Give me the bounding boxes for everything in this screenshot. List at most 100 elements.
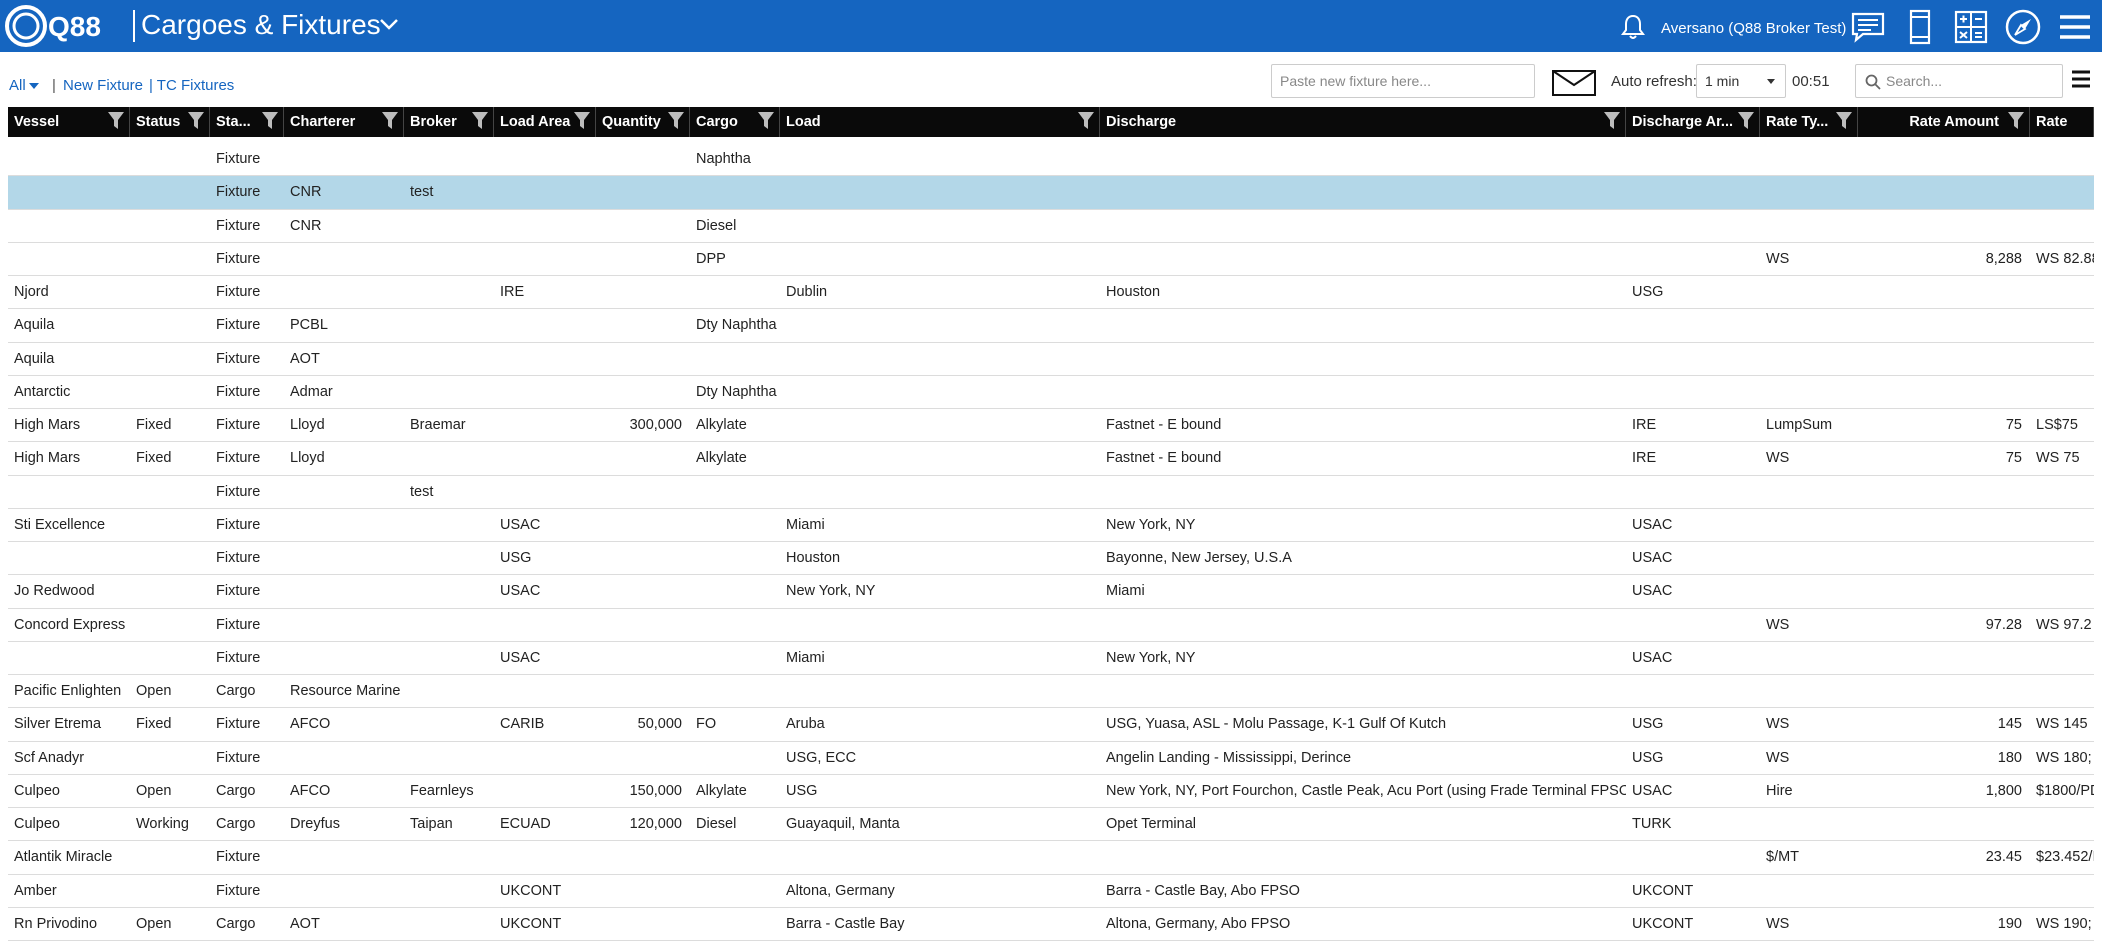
bell-icon[interactable] <box>1620 13 1646 41</box>
table-row[interactable]: Fixture CNR test <box>8 176 2094 210</box>
cell-rate-amount <box>1858 808 2030 841</box>
filter-icon[interactable] <box>758 112 774 130</box>
table-row[interactable]: Atlantik Miracle Fixture $/MT 23.45 $23.452/… <box>8 841 2094 875</box>
cell-rate-amount <box>1858 509 2030 542</box>
cell-stage: Fixture <box>216 550 261 566</box>
table-row[interactable]: High Mars Fixed Fixture Lloyd Alkylate Fastne… <box>8 442 2094 476</box>
filter-icon[interactable] <box>188 112 204 130</box>
cell-quantity: 300,000 <box>629 417 682 433</box>
cell-rate-amount <box>1858 143 2030 176</box>
filter-icon[interactable] <box>262 112 278 130</box>
table-row[interactable]: Aquila Fixture PCBL Dty Naphtha <box>8 309 2094 343</box>
cell-broker: Taipan <box>410 816 453 832</box>
table-row[interactable]: Rn Privodino Open Cargo AOT UKCONT Barra - Ca… <box>8 908 2094 941</box>
envelope-icon[interactable] <box>1552 70 1596 96</box>
table-row[interactable]: High Mars Fixed Fixture Lloyd Braemar 300,000… <box>8 409 2094 443</box>
cell-load-area: USAC <box>500 583 541 600</box>
table-row[interactable]: Aquila Fixture AOT <box>8 343 2094 376</box>
table-row[interactable]: Sti Excellence Fixture USAC Miami New York, … <box>8 509 2094 542</box>
cell-status: Fixed <box>136 417 172 433</box>
cell-status <box>130 642 210 675</box>
cell-load <box>780 143 1100 176</box>
page-title[interactable]: Cargoes & Fixtures <box>141 8 381 42</box>
cell-charterer: Admar <box>290 383 333 400</box>
filter-icon[interactable] <box>382 112 398 130</box>
cell-discharge-area <box>1626 376 1760 409</box>
cell-stage: Fixture <box>216 450 261 467</box>
cell-stage: Fixture <box>216 350 261 367</box>
q88-logo[interactable]: Q88 <box>2 2 132 50</box>
filter-icon[interactable] <box>1738 112 1754 130</box>
cell-discharge-area <box>1626 143 1760 176</box>
cell-rate <box>2030 210 2094 243</box>
filter-icon[interactable] <box>668 112 684 130</box>
column-header-label: Sta... <box>216 114 251 130</box>
filter-icon[interactable] <box>574 112 590 130</box>
cell-rate: WS 145 <box>2036 716 2088 733</box>
table-row[interactable]: Njord Fixture IRE Dublin Houston USG <box>8 276 2094 310</box>
table-row[interactable]: Culpeo Open Cargo AFCO Fearnleys 150,000 Alkyl… <box>8 775 2094 808</box>
cell-broker <box>404 509 494 542</box>
logo-divider <box>133 10 135 42</box>
cell-status: Fixed <box>136 716 172 733</box>
table-row[interactable]: Fixture USG Houston Bayonne, New Jersey, U.… <box>8 542 2094 576</box>
cell-discharge <box>1100 376 1626 409</box>
table-row[interactable]: Silver Etrema Fixed Fixture AFCO CARIB 50,000… <box>8 708 2094 742</box>
cell-rate-type: WS <box>1766 616 1790 633</box>
cell-charterer: Lloyd <box>290 417 325 433</box>
filter-icon[interactable] <box>1078 112 1094 130</box>
cell-stage: Fixture <box>216 250 261 267</box>
cell-quantity: 50,000 <box>637 716 682 733</box>
cell-quantity <box>596 276 690 309</box>
table-row[interactable]: Fixture CNR Diesel <box>8 210 2094 243</box>
cell-status <box>130 742 210 775</box>
table-row[interactable]: Concord Express Fixture WS 97.28 WS 97.2 <box>8 609 2094 642</box>
table-row[interactable]: Culpeo Working Cargo Dreyfus Taipan ECUAD 120,… <box>8 808 2094 842</box>
table-row[interactable]: Fixture Naphtha <box>8 143 2094 177</box>
tc-fixtures-link[interactable]: | TC Fixtures <box>149 77 234 94</box>
filter-dropdown[interactable]: All <box>9 77 39 94</box>
cell-rate-amount: 23.45 <box>1985 849 2022 866</box>
chat-icon[interactable] <box>1849 8 1887 46</box>
filter-icon[interactable] <box>1604 112 1620 130</box>
grid-header: Vessel Status Sta... Charterer Broker Load Ar… <box>8 107 2094 143</box>
auto-refresh-select[interactable]: 1 min <box>1696 64 1786 98</box>
cell-cargo <box>690 642 780 675</box>
filter-icon[interactable] <box>108 112 124 130</box>
cell-discharge: Fastnet - E bound <box>1106 417 1222 433</box>
table-row[interactable]: Fixture DPP WS 8,288 WS 82.88 <box>8 243 2094 276</box>
column-menu-icon[interactable] <box>2071 68 2091 90</box>
chevron-down-icon[interactable] <box>378 13 400 35</box>
cell-broker <box>404 376 494 409</box>
search-box[interactable] <box>1855 64 2063 98</box>
hamburger-menu-icon[interactable] <box>2056 8 2094 46</box>
search-input[interactable] <box>1886 65 2058 97</box>
table-row[interactable]: Amber Fixture UKCONT Altona, Germany Barra -… <box>8 875 2094 908</box>
table-row[interactable]: Pacific Enlighten Open Cargo Resource Marin… <box>8 675 2094 709</box>
cell-cargo <box>690 875 780 908</box>
table-row[interactable]: Fixture test <box>8 476 2094 509</box>
cell-cargo <box>690 276 780 309</box>
table-row[interactable]: Jo Redwood Fixture USAC New York, NY Miami US… <box>8 575 2094 609</box>
filter-icon[interactable] <box>1836 112 1852 130</box>
cell-discharge-area <box>1626 343 1760 376</box>
new-fixture-link[interactable]: New Fixture <box>63 77 143 94</box>
table-row[interactable]: Fixture USAC Miami New York, NY USAC <box>8 642 2094 675</box>
cell-rate <box>2030 476 2094 509</box>
paste-fixture-input[interactable] <box>1271 64 1535 98</box>
user-name[interactable]: Aversano (Q88 Broker Test) <box>1661 20 1846 37</box>
cell-status <box>130 343 210 376</box>
cell-rate-amount <box>1858 875 2030 908</box>
compass-icon[interactable] <box>2004 8 2042 46</box>
cell-rate <box>2030 675 2094 708</box>
filter-icon[interactable] <box>2008 112 2024 130</box>
cell-rate-type <box>1760 476 1858 509</box>
filter-icon[interactable] <box>472 112 488 130</box>
cell-rate: WS 75 <box>2036 450 2080 467</box>
document-icon[interactable] <box>1901 8 1939 46</box>
table-row[interactable]: Antarctic Fixture Admar Dty Naphtha <box>8 376 2094 409</box>
table-row[interactable]: Scf Anadyr Fixture USG, ECC Angelin Landing… <box>8 742 2094 775</box>
calculator-icon[interactable] <box>1952 8 1990 46</box>
cell-load-area: UKCONT <box>500 882 562 899</box>
cell-discharge: Altona, Germany, Abo FPSO <box>1106 915 1291 932</box>
